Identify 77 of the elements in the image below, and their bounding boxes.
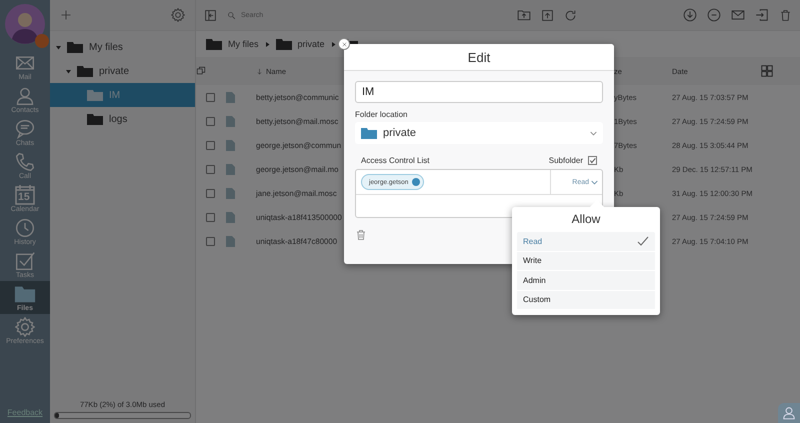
- speech-bubble-icon: [15, 118, 35, 138]
- permission-option[interactable]: Read: [517, 232, 655, 252]
- folder-icon: [361, 127, 377, 139]
- file-icon: [226, 92, 235, 102]
- expand-arrow-icon[interactable]: [56, 44, 61, 50]
- folder-icon: [14, 284, 36, 304]
- grid-view-icon: [760, 64, 774, 78]
- folder-item[interactable]: My files: [50, 35, 195, 59]
- move-icon: [755, 8, 769, 22]
- gear-icon: [15, 316, 35, 336]
- user-avatar[interactable]: [5, 4, 45, 44]
- checkbox-tick-icon: [15, 250, 35, 270]
- remove-icon[interactable]: [412, 178, 420, 186]
- download-icon: [683, 8, 697, 22]
- row-checkbox[interactable]: [206, 140, 215, 150]
- calendar-icon: [15, 184, 35, 204]
- row-checkbox[interactable]: [206, 212, 215, 222]
- row-checkbox[interactable]: [206, 236, 215, 246]
- folder-item[interactable]: private: [50, 59, 195, 83]
- name-field[interactable]: IM: [355, 81, 603, 103]
- close-icon: [340, 40, 348, 48]
- folder-upload-icon: [517, 8, 531, 22]
- location-select[interactable]: private: [355, 122, 603, 144]
- popover-title: Allow: [570, 211, 602, 228]
- row-checkbox[interactable]: [206, 188, 215, 198]
- permission-option[interactable]: Write: [517, 252, 655, 271]
- phone-icon: [15, 152, 35, 172]
- trash-icon: [355, 229, 367, 241]
- caret-icon: [591, 180, 598, 184]
- folder-icon: [87, 113, 103, 125]
- subfolder-checkbox[interactable]: [588, 156, 597, 165]
- search-icon: [227, 10, 236, 20]
- envelope-icon: [731, 8, 745, 22]
- folder-icon: [77, 65, 93, 77]
- sort-arrow-icon: [256, 68, 263, 74]
- row-checkbox[interactable]: [206, 164, 215, 174]
- breadcrumb-item[interactable]: My files: [228, 39, 259, 49]
- person-icon: [15, 86, 35, 106]
- settings-icon: [171, 8, 185, 22]
- row-checkbox[interactable]: [206, 116, 215, 126]
- folder-item[interactable]: IM: [50, 83, 195, 107]
- copy-icon: [196, 66, 206, 76]
- expand-arrow-icon[interactable]: [66, 68, 71, 74]
- contacts-button[interactable]: [778, 403, 800, 423]
- folder-icon: [87, 89, 103, 101]
- checkmark-icon: [637, 236, 649, 246]
- folder-item[interactable]: logs: [50, 107, 195, 131]
- person-icon: [782, 406, 796, 420]
- subfolder-label: Subfolder: [548, 156, 583, 165]
- breadcrumb-item[interactable]: private: [298, 39, 325, 49]
- file-icon: [226, 188, 235, 198]
- field-label: Access Control List: [361, 156, 430, 165]
- circle-icon: [707, 8, 721, 22]
- clock-icon: [15, 218, 35, 238]
- calendar-day: 15: [18, 190, 30, 202]
- status-badge: [35, 34, 49, 48]
- trash-icon: [779, 8, 792, 22]
- folder-icon: [67, 41, 83, 53]
- add-icon: [60, 9, 72, 21]
- upload-icon: [541, 8, 554, 22]
- row-checkbox[interactable]: [206, 92, 215, 102]
- folder-icon: [276, 38, 292, 50]
- field-label: Folder location: [355, 110, 408, 119]
- file-icon: [226, 212, 235, 222]
- refresh-icon: [564, 8, 577, 22]
- panel-icon: [204, 8, 217, 22]
- file-icon: [226, 236, 235, 246]
- permission-option[interactable]: Admin: [517, 271, 655, 290]
- file-icon: [226, 116, 235, 126]
- file-icon: [226, 164, 235, 174]
- separator-arrow-icon[interactable]: [264, 42, 270, 46]
- caret-icon: [590, 131, 597, 136]
- file-icon: [226, 140, 235, 150]
- dialog-title: Edit: [468, 50, 490, 64]
- separator-arrow-icon[interactable]: [330, 42, 336, 46]
- folder-icon: [206, 38, 222, 50]
- permission-option[interactable]: Custom: [517, 290, 655, 310]
